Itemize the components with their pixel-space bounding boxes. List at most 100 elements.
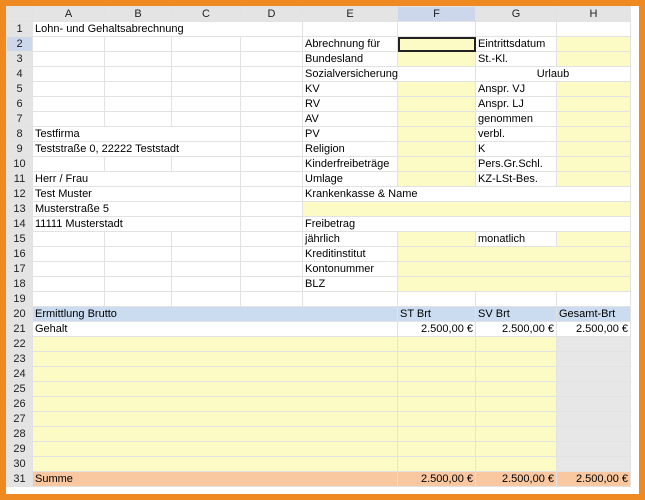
cell[interactable]	[171, 81, 241, 97]
cell[interactable]	[32, 291, 105, 307]
input-blz[interactable]	[397, 276, 631, 292]
row-header[interactable]: 30	[6, 456, 33, 472]
employee-name[interactable]: Test Muster	[32, 186, 241, 202]
cell[interactable]	[171, 156, 241, 172]
brutto-item-input[interactable]	[32, 441, 398, 457]
cell[interactable]	[104, 111, 172, 127]
column-header-f[interactable]: F	[397, 6, 476, 22]
row-header[interactable]: 14	[6, 216, 33, 232]
cell[interactable]	[302, 291, 398, 307]
input-genommen[interactable]	[556, 111, 631, 127]
input-av[interactable]	[397, 111, 476, 127]
cell[interactable]	[104, 246, 172, 262]
row-header[interactable]: 26	[6, 396, 33, 412]
row-header[interactable]: 17	[6, 261, 33, 277]
sum-label[interactable]: Summe	[32, 471, 398, 487]
input-anspr-lj[interactable]	[556, 96, 631, 112]
cell[interactable]	[240, 111, 303, 127]
cell[interactable]	[171, 261, 241, 277]
brutto-sv-input[interactable]	[475, 351, 557, 367]
brutto-item-input[interactable]	[32, 381, 398, 397]
row-header[interactable]: 1	[6, 21, 33, 37]
label-bundesland[interactable]: Bundesland	[302, 51, 398, 67]
cell[interactable]	[240, 96, 303, 112]
brutto-gesamt-cell[interactable]	[556, 351, 631, 367]
brutto-st-input[interactable]	[397, 426, 476, 442]
cell[interactable]	[240, 126, 303, 142]
column-header-c[interactable]: C	[171, 6, 241, 22]
row-header[interactable]: 31	[6, 471, 33, 487]
label-anspr-vj[interactable]: Anspr. VJ	[475, 81, 557, 97]
label-av[interactable]: AV	[302, 111, 398, 127]
cell[interactable]	[240, 36, 303, 52]
cell[interactable]	[171, 111, 241, 127]
input-monatlich[interactable]	[556, 231, 631, 247]
label-kz-lst-bes[interactable]: KZ-LSt-Bes.	[475, 171, 557, 187]
brutto-sv-input[interactable]	[475, 381, 557, 397]
cell[interactable]	[104, 291, 172, 307]
input-kreditinstitut[interactable]	[397, 246, 631, 262]
brutto-sv-value[interactable]: 2.500,00 €	[475, 321, 557, 337]
input-jaehrlich[interactable]	[397, 231, 476, 247]
brutto-gesamt-cell[interactable]	[556, 396, 631, 412]
sum-sv-value[interactable]: 2.500,00 €	[475, 471, 557, 487]
cell[interactable]	[32, 156, 105, 172]
cell[interactable]	[240, 171, 303, 187]
row-header[interactable]: 18	[6, 276, 33, 292]
employee-city[interactable]: 11111 Musterstadt	[32, 216, 241, 232]
cell[interactable]	[556, 291, 631, 307]
row-header[interactable]: 2	[6, 36, 33, 52]
input-k[interactable]	[556, 141, 631, 157]
row-header[interactable]: 5	[6, 81, 33, 97]
brutto-st-input[interactable]	[397, 441, 476, 457]
row-header[interactable]: 25	[6, 381, 33, 397]
cell[interactable]	[171, 96, 241, 112]
brutto-st-input[interactable]	[397, 456, 476, 472]
column-header-h[interactable]: H	[556, 6, 631, 22]
label-kreditinstitut[interactable]: Kreditinstitut	[302, 246, 398, 262]
row-header[interactable]: 12	[6, 186, 33, 202]
cell[interactable]	[32, 36, 105, 52]
label-pv[interactable]: PV	[302, 126, 398, 142]
column-header-d[interactable]: D	[240, 6, 303, 22]
brutto-item-input[interactable]	[32, 426, 398, 442]
sum-st-value[interactable]: 2.500,00 €	[397, 471, 476, 487]
cell[interactable]	[171, 66, 241, 82]
brutto-gesamt-cell[interactable]	[556, 456, 631, 472]
cell[interactable]	[240, 141, 303, 157]
cell[interactable]	[104, 66, 172, 82]
brutto-item-gehalt[interactable]: Gehalt	[32, 321, 398, 337]
row-header[interactable]: 6	[6, 96, 33, 112]
cell[interactable]	[240, 186, 303, 202]
row-header[interactable]: 11	[6, 171, 33, 187]
employee-salutation[interactable]: Herr / Frau	[32, 171, 241, 187]
cell[interactable]	[32, 246, 105, 262]
label-religion[interactable]: Religion	[302, 141, 398, 157]
brutto-sv-input[interactable]	[475, 456, 557, 472]
cell[interactable]	[104, 261, 172, 277]
row-header[interactable]: 21	[6, 321, 33, 337]
input-bundesland[interactable]	[397, 51, 476, 67]
brutto-item-input[interactable]	[32, 396, 398, 412]
row-header[interactable]: 7	[6, 111, 33, 127]
input-kinderfreibetraege[interactable]	[397, 156, 476, 172]
row-header[interactable]: 4	[6, 66, 33, 82]
column-header-a[interactable]: A	[32, 6, 105, 22]
brutto-st-input[interactable]	[397, 411, 476, 427]
cell[interactable]	[240, 216, 303, 232]
brutto-item-input[interactable]	[32, 336, 398, 352]
cell[interactable]	[171, 246, 241, 262]
label-umlage[interactable]: Umlage	[302, 171, 398, 187]
cell[interactable]	[240, 276, 303, 292]
brutto-gesamt-cell[interactable]	[556, 411, 631, 427]
row-header[interactable]: 9	[6, 141, 33, 157]
label-kv[interactable]: KV	[302, 81, 398, 97]
input-rv[interactable]	[397, 96, 476, 112]
row-header[interactable]: 22	[6, 336, 33, 352]
sheet-title[interactable]: Lohn- und Gehaltsabrechnung	[32, 21, 303, 37]
input-st-kl[interactable]	[556, 51, 631, 67]
cell[interactable]	[240, 261, 303, 277]
label-kontonummer[interactable]: Kontonummer	[302, 261, 398, 277]
cell[interactable]	[171, 276, 241, 292]
input-eintrittsdatum[interactable]	[556, 36, 631, 52]
